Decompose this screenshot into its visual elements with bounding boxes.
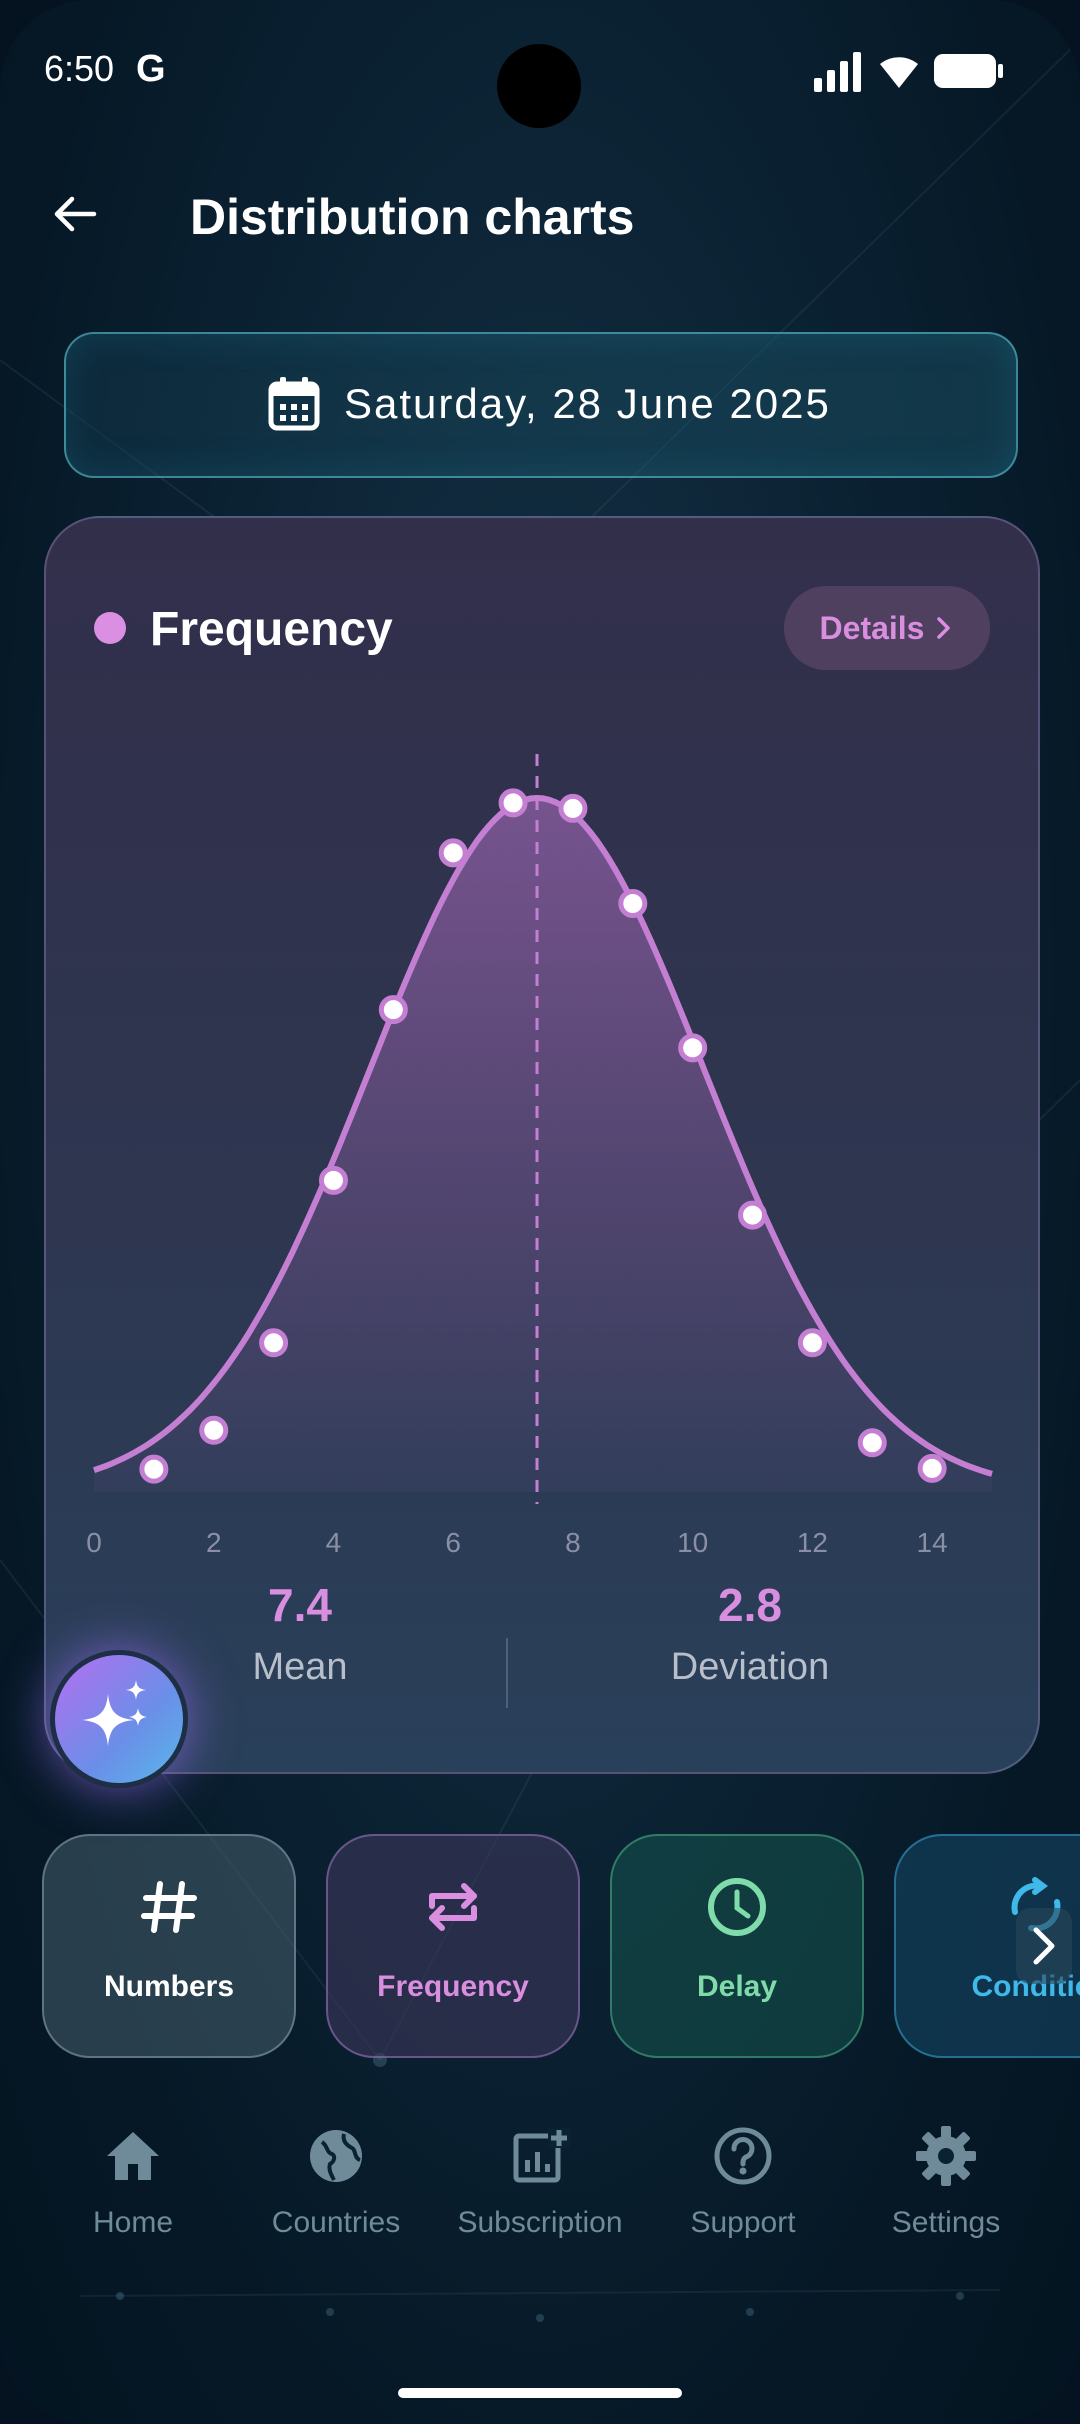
data-point-3	[318, 1165, 348, 1195]
distribution-chart: 0 2 4 6 8 10 12 14	[86, 754, 993, 1558]
data-point-8	[618, 888, 648, 918]
home-indicator[interactable]	[398, 2388, 682, 2398]
wifi-icon	[880, 57, 918, 88]
frequency-card: Frequency Details 0 2 4 6 8 10 12 14 7.4 Mean	[44, 516, 1040, 1774]
x-tick-label: 0	[86, 1527, 102, 1558]
sparkle-icon	[82, 1680, 147, 1746]
data-point-12	[857, 1428, 887, 1458]
hash-icon	[141, 1881, 197, 1933]
deviation-label: Deviation	[670, 1646, 830, 1688]
home-icon	[107, 2132, 159, 2180]
x-tick-label: 12	[797, 1527, 828, 1558]
chevron-right-icon	[937, 617, 951, 639]
data-point-10	[738, 1200, 768, 1230]
clock-icon	[708, 1878, 766, 1936]
data-point-0	[139, 1454, 169, 1484]
data-point-5	[438, 838, 468, 868]
data-point-2	[259, 1328, 289, 1358]
nav-label-countries: Countries	[271, 2206, 401, 2239]
nav-label-support: Support	[690, 2206, 796, 2239]
nav-label-settings: Settings	[891, 2206, 1001, 2239]
legend-dot	[94, 612, 126, 644]
nav-support[interactable]: Support	[643, 2124, 843, 2264]
deviation-value: 2.8	[718, 1579, 782, 1631]
repeat-icon	[429, 1883, 477, 1931]
data-point-11	[797, 1328, 827, 1358]
data-point-13	[917, 1453, 947, 1483]
nav-countries[interactable]: Countries	[236, 2124, 436, 2264]
filter-chip-frequency[interactable]: Frequency	[326, 1834, 580, 2058]
data-point-4	[378, 995, 408, 1025]
x-tick-label: 8	[565, 1527, 581, 1558]
card-title: Frequency	[150, 603, 393, 656]
data-point-1	[199, 1415, 229, 1445]
filter-label-numbers: Numbers	[103, 1970, 235, 2003]
details-button[interactable]: Details	[784, 586, 990, 670]
status-bar: 6:50 G	[0, 0, 1080, 140]
nav-home[interactable]: Home	[33, 2124, 233, 2264]
gear-icon	[916, 2126, 976, 2186]
battery-icon	[934, 54, 1003, 88]
data-point-6	[498, 788, 528, 818]
date-label: Saturday, 28 June 2025	[344, 380, 831, 427]
filter-chip-delay[interactable]: Delay	[610, 1834, 864, 2058]
nav-settings[interactable]: Settings	[846, 2124, 1046, 2264]
nav-label-subscription: Subscription	[457, 2206, 623, 2239]
x-tick-label: 10	[677, 1527, 708, 1558]
stats-row: 7.4 Mean 2.8 Deviation	[46, 1578, 1038, 1738]
data-point-7	[558, 793, 588, 823]
data-point-9	[678, 1033, 708, 1063]
app-screen: 6:50 G Distribution charts Saturday, 28 …	[0, 0, 1080, 2424]
filter-label-frequency: Frequency	[377, 1970, 529, 2003]
help-icon	[714, 2127, 772, 2185]
details-label: Details	[819, 609, 925, 646]
nav-subscription[interactable]: Subscription	[440, 2124, 640, 2264]
page-title: Distribution charts	[190, 189, 635, 245]
chevron-right-icon	[1033, 1927, 1055, 1965]
x-tick-label: 2	[206, 1527, 222, 1558]
date-selector[interactable]: Saturday, 28 June 2025	[64, 332, 1018, 478]
x-tick-label: 4	[326, 1527, 342, 1558]
stats-divider	[506, 1638, 508, 1708]
camera-cutout	[497, 44, 581, 128]
scroll-right-button[interactable]	[1016, 1908, 1072, 1984]
curve-area	[94, 798, 992, 1492]
google-icon: G	[136, 48, 166, 90]
nav-label-home: Home	[92, 2206, 174, 2239]
x-tick-label: 6	[445, 1527, 461, 1558]
mean-label: Mean	[252, 1646, 348, 1688]
globe-icon	[310, 2130, 362, 2182]
filter-chip-numbers[interactable]: Numbers	[42, 1834, 296, 2058]
mean-value: 7.4	[268, 1579, 332, 1631]
chart-add-icon	[513, 2128, 570, 2183]
filter-label-delay: Delay	[696, 1970, 778, 2003]
status-time: 6:50	[44, 48, 115, 89]
back-arrow-icon[interactable]	[50, 190, 98, 238]
x-tick-label: 14	[917, 1527, 948, 1558]
ai-sparkle-button[interactable]	[50, 1650, 188, 1788]
signal-icon	[814, 52, 861, 92]
calendar-icon	[268, 377, 320, 431]
